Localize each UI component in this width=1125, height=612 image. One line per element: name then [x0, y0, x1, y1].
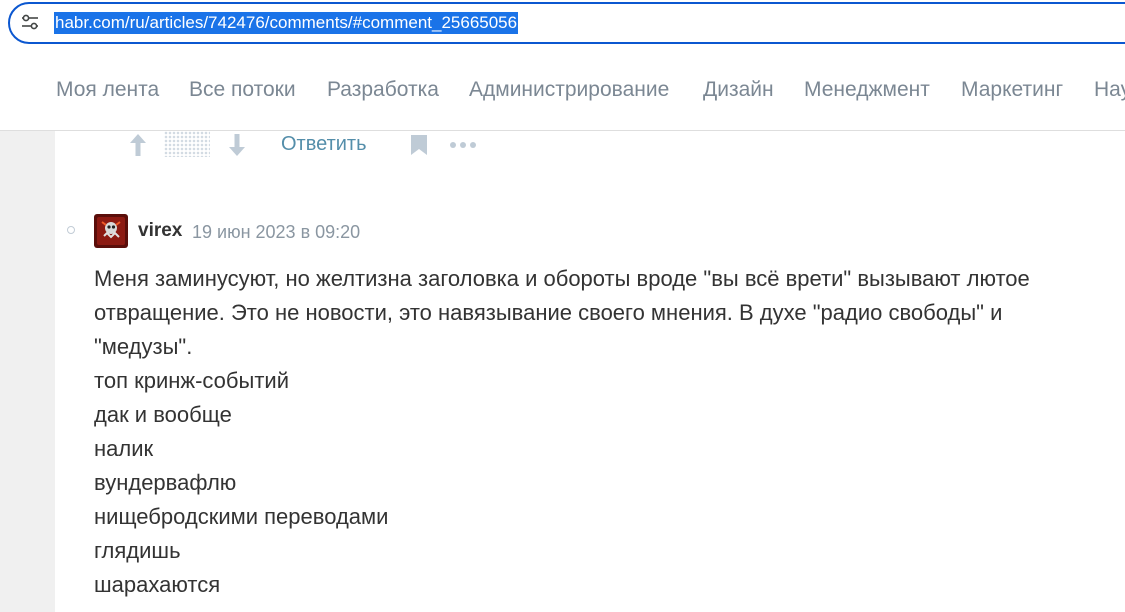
comment-line: глядишь	[94, 538, 181, 563]
arrow-down-icon[interactable]	[227, 133, 247, 157]
nav-item-design[interactable]: Дизайн	[703, 77, 774, 103]
nav-item-marketing[interactable]: Маркетинг	[961, 77, 1063, 103]
arrow-up-icon[interactable]	[128, 133, 148, 157]
comment-line: дак и вообще	[94, 402, 232, 427]
comment-author[interactable]: virex	[138, 220, 182, 242]
browser-toolbar: habr.com/ru/articles/742476/comments/#co…	[0, 0, 1125, 52]
avatar[interactable]	[94, 214, 128, 248]
rating-hidden	[164, 131, 210, 157]
comment-line: "медузы".	[94, 334, 193, 359]
comment-body: Меня заминусуют, но желтизна заголовка и…	[94, 262, 1094, 602]
url-text[interactable]: habr.com/ru/articles/742476/comments/#co…	[54, 12, 519, 34]
comment-line: налик	[94, 436, 154, 461]
reply-link[interactable]: Ответить	[281, 132, 367, 156]
bookmark-icon[interactable]	[410, 134, 428, 156]
more-icon[interactable]	[449, 140, 477, 150]
comment-line: вундервафлю	[94, 470, 237, 495]
comment-line: отвращение. Это не новости, это навязыва…	[94, 300, 1003, 325]
comment-line: нищебродскими переводами	[94, 504, 389, 529]
hub-nav: Моя лента Все потоки Разработка Админист…	[0, 52, 1125, 131]
nav-item-my-feed[interactable]: Моя лента	[56, 77, 159, 103]
thread-marker	[67, 226, 75, 234]
nav-item-management[interactable]: Менеджмент	[804, 77, 930, 103]
nav-item-administration[interactable]: Администрирование	[469, 77, 669, 103]
tune-icon[interactable]	[21, 14, 39, 30]
comment-line: топ кринж-событий	[94, 368, 289, 393]
nav-item-science[interactable]: Нау	[1094, 77, 1125, 103]
nav-item-development[interactable]: Разработка	[327, 77, 439, 103]
comment-line: шарахаются	[94, 572, 221, 597]
nav-item-all-streams[interactable]: Все потоки	[189, 77, 296, 103]
comment-date[interactable]: 19 июн 2023 в 09:20	[192, 221, 360, 243]
comment-line: Меня заминусуют, но желтизна заголовка и…	[94, 266, 1030, 291]
